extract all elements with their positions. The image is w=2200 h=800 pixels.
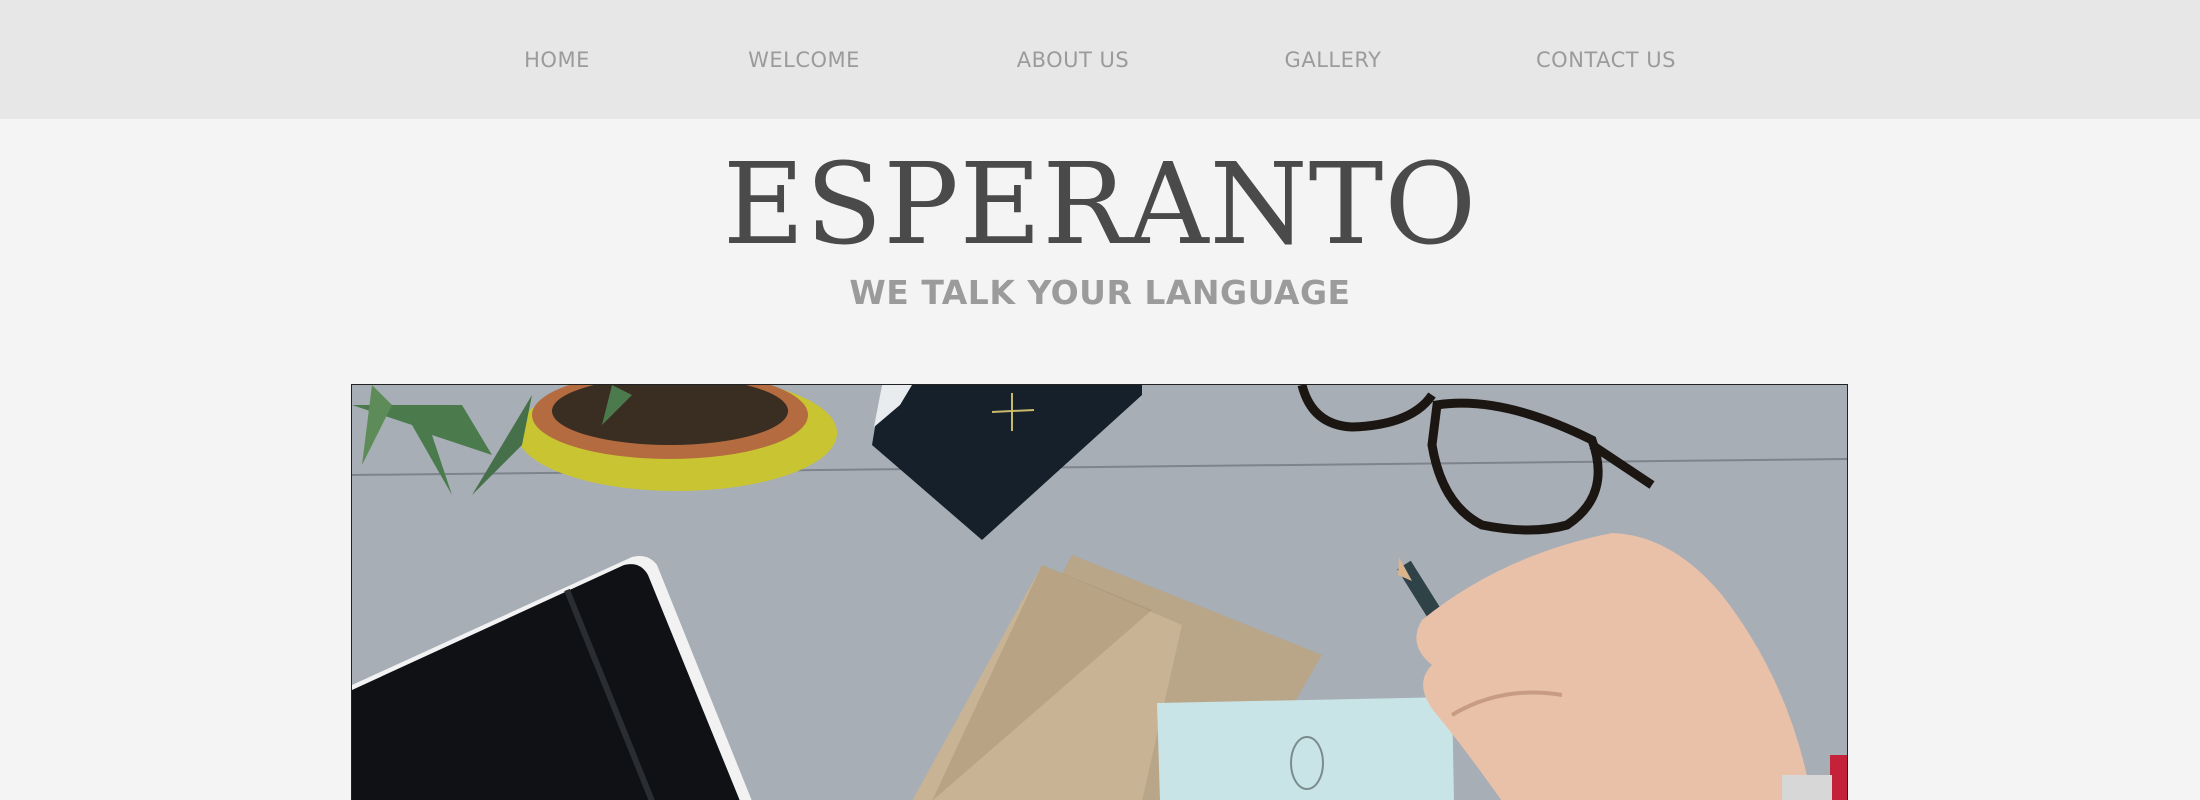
nav-item-about-us[interactable]: ABOUT US (1017, 44, 1130, 76)
nav-item-home[interactable]: HOME (524, 44, 590, 76)
card-graphic (1157, 697, 1454, 800)
hero-image (351, 384, 1848, 800)
hero-photo-desk-flatlay (352, 385, 1847, 800)
site-title: ESPERANTO (722, 140, 1478, 270)
nav-item-contact-us[interactable]: CONTACT US (1536, 44, 1676, 76)
site-tagline: WE TALK YOUR LANGUAGE (849, 273, 1351, 312)
nav-item-gallery[interactable]: GALLERY (1285, 44, 1382, 76)
top-navigation-bar: HOME WELCOME ABOUT US GALLERY CONTACT US (0, 0, 2200, 119)
nav-item-welcome[interactable]: WELCOME (748, 44, 860, 76)
